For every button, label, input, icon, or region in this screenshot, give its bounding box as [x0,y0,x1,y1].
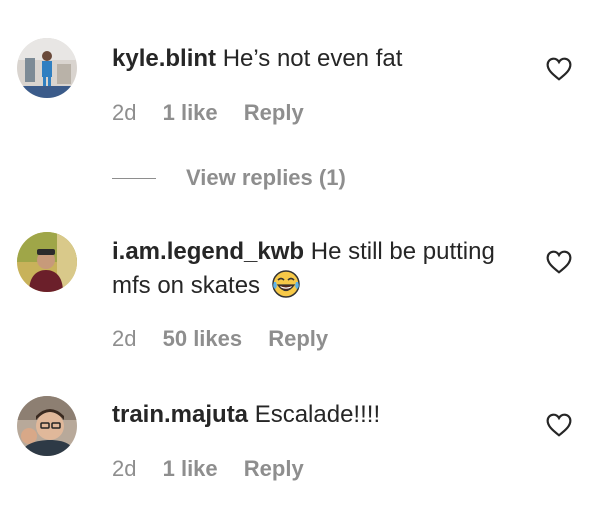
tears-of-joy-emoji-icon [271,269,301,309]
avatar[interactable] [17,38,77,98]
comment-username[interactable]: i.am.legend_kwb [112,238,304,265]
comment-time: 2d [112,326,137,351]
reply-button[interactable]: Reply [268,326,328,351]
view-replies-button[interactable]: View replies (1) [112,164,346,192]
comment-body: train.majuta Escalade!!!! [112,398,517,432]
reply-button[interactable]: Reply [244,456,304,481]
comment-likes[interactable]: 1 like [163,100,218,125]
comment-username[interactable]: kyle.blint [112,45,216,72]
comment-meta: 2d 50 likes Reply [112,325,348,353]
avatar[interactable] [17,396,77,456]
reply-button[interactable]: Reply [244,100,304,125]
comment-text: He’s not even fat [222,45,403,72]
comment-text: Escalade!!!! [254,401,381,428]
view-replies-label: View replies (1) [186,165,346,190]
avatar[interactable] [17,232,77,292]
comment-username[interactable]: train.majuta [112,401,248,428]
replies-divider [112,177,156,179]
like-heart-icon[interactable] [546,250,572,274]
comment-meta: 2d 1 like Reply [112,99,324,127]
comment-likes[interactable]: 50 likes [163,326,243,351]
like-heart-icon[interactable] [546,413,572,437]
comment-meta: 2d 1 like Reply [112,455,324,483]
comment-time: 2d [112,100,137,125]
like-heart-icon[interactable] [546,57,572,81]
comment-body: i.am.legend_kwb He still be putting mfs … [112,235,517,309]
comment-time: 2d [112,456,137,481]
comment-likes[interactable]: 1 like [163,456,218,481]
comment-body: kyle.blint He’s not even fat [112,42,517,76]
